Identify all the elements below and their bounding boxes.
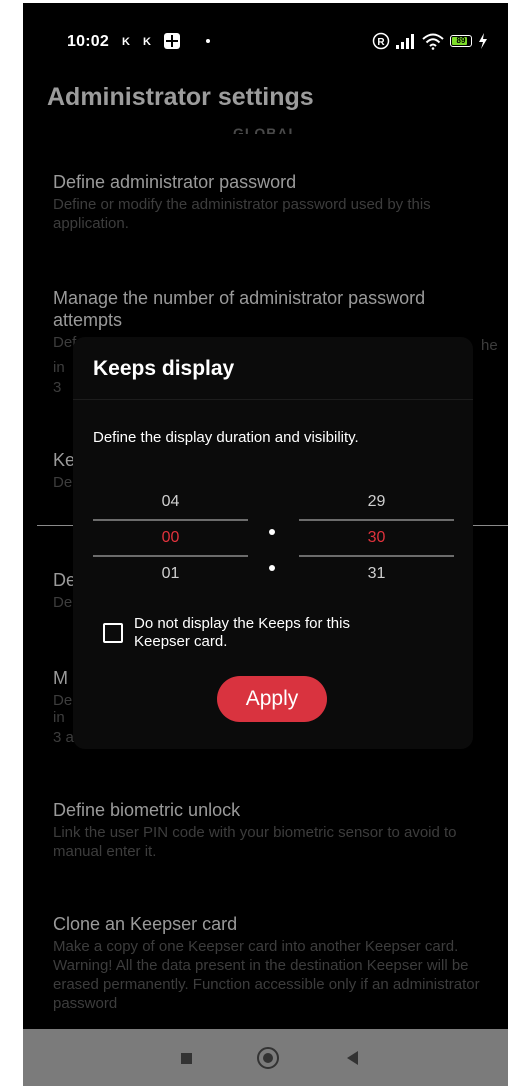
dialog-title: Keeps display bbox=[93, 357, 235, 380]
setting-title: Define administrator password bbox=[53, 172, 297, 192]
setting-title: Clone an Keepser card bbox=[53, 914, 238, 934]
section-divider bbox=[473, 525, 508, 526]
hide-keeps-checkbox-label[interactable]: Do not display the Keeps for this Keepse… bbox=[134, 615, 404, 651]
setting-biometric-unlock[interactable]: Define biometric unlock Link the user PI… bbox=[53, 799, 483, 861]
hide-keeps-checkbox-row[interactable]: Do not display the Keeps for this Keepse… bbox=[103, 615, 404, 651]
partial-description-text: 3 a bbox=[53, 729, 74, 746]
dialog-header-divider bbox=[73, 399, 473, 400]
keeps-display-dialog: Keeps display Define the display duratio… bbox=[73, 337, 473, 749]
partial-description-text: in bbox=[53, 709, 65, 726]
signal-strength-icon bbox=[396, 34, 414, 49]
picker-selected-value[interactable]: 30 bbox=[299, 527, 454, 549]
picker-colon-dot-top bbox=[269, 529, 275, 535]
page-title: Administrator settings bbox=[47, 83, 314, 111]
game-controller-icon bbox=[164, 33, 180, 49]
hide-keeps-checkbox[interactable] bbox=[103, 623, 123, 643]
setting-clone-card[interactable]: Clone an Keepser card Make a copy of one… bbox=[53, 913, 483, 1013]
seconds-picker[interactable]: 29 30 31 bbox=[299, 485, 454, 595]
partial-description-text: he bbox=[481, 337, 498, 354]
status-bar: 10:02 K K R 89 bbox=[23, 3, 508, 83]
setting-description: Define or modify the administrator passw… bbox=[53, 196, 431, 232]
dialog-subtitle: Define the display duration and visibili… bbox=[93, 429, 359, 446]
setting-title: Manage the number of administrator passw… bbox=[53, 288, 426, 330]
picker-top-line bbox=[93, 519, 248, 521]
home-icon[interactable] bbox=[257, 1047, 279, 1069]
battery-level: 89 bbox=[456, 36, 466, 45]
wifi-icon bbox=[422, 33, 444, 50]
home-icon-inner bbox=[263, 1053, 273, 1063]
notification-dot-icon bbox=[206, 39, 210, 43]
charging-icon bbox=[479, 33, 487, 49]
back-icon[interactable] bbox=[347, 1051, 358, 1065]
section-divider bbox=[37, 525, 77, 526]
picker-bottom-line bbox=[93, 555, 248, 557]
picker-prev-value[interactable]: 29 bbox=[299, 491, 454, 513]
picker-next-value[interactable]: 31 bbox=[299, 563, 454, 585]
status-time: 10:02 bbox=[67, 33, 109, 50]
recent-apps-icon[interactable] bbox=[181, 1053, 192, 1064]
section-header: GLOBAL bbox=[232, 125, 299, 134]
svg-text:R: R bbox=[377, 37, 385, 48]
navigation-bar bbox=[23, 1029, 508, 1086]
minutes-picker[interactable]: 04 00 01 bbox=[93, 485, 248, 595]
setting-description: Link the user PIN code with your biometr… bbox=[53, 824, 457, 860]
notification-k-icon-2: K bbox=[143, 36, 151, 48]
status-icons: R 89 bbox=[372, 31, 488, 51]
apply-button[interactable]: Apply bbox=[217, 676, 327, 722]
picker-top-line bbox=[299, 519, 454, 521]
picker-bottom-line bbox=[299, 555, 454, 557]
picker-selected-value[interactable]: 00 bbox=[93, 527, 248, 549]
picker-colon-dot-bottom bbox=[269, 565, 275, 571]
setting-description: Make a copy of one Keepser card into ano… bbox=[53, 938, 480, 1012]
setting-title: Define biometric unlock bbox=[53, 800, 241, 820]
notification-k-icon: K bbox=[122, 36, 130, 48]
setting-define-admin-password[interactable]: Define administrator password Define or … bbox=[53, 171, 483, 233]
partial-description-text: in bbox=[53, 359, 65, 376]
phone-screen: 10:02 K K R 89 Administrator settings GL… bbox=[23, 3, 508, 1086]
partial-description-text: 3 bbox=[53, 379, 62, 396]
picker-prev-value[interactable]: 04 bbox=[93, 491, 248, 513]
picker-next-value[interactable]: 01 bbox=[93, 563, 248, 585]
battery-icon: 89 bbox=[450, 35, 472, 47]
registered-icon: R bbox=[372, 32, 390, 50]
